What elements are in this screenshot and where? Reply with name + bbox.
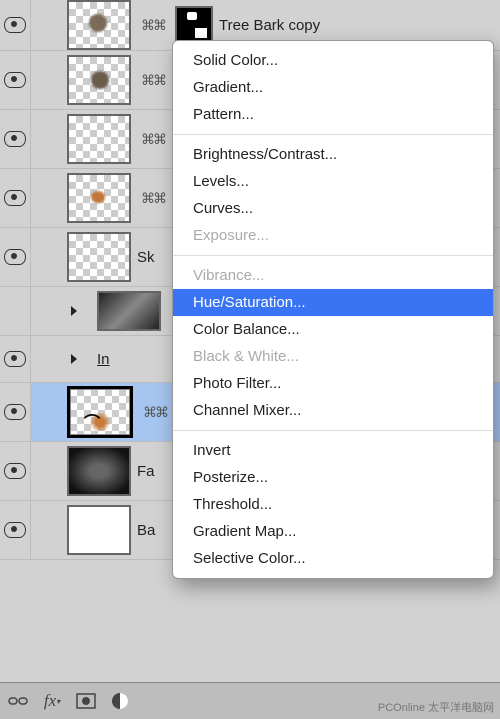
layer-thumbnail[interactable] (67, 446, 131, 496)
menu-separator (173, 430, 493, 431)
link-icon: ⌘⌘ (141, 131, 165, 148)
menu-item-brightness-contrast[interactable]: Brightness/Contrast... (173, 141, 493, 168)
link-icon: ⌘⌘ (143, 404, 167, 421)
menu-item-exposure: Exposure... (173, 222, 493, 249)
layer-name[interactable]: Fa (137, 463, 155, 480)
layer-name[interactable]: Sk (137, 249, 155, 266)
layer-thumbnail[interactable] (67, 55, 131, 105)
visibility-toggle[interactable] (0, 110, 31, 168)
layer-name[interactable]: In (97, 351, 110, 368)
visibility-toggle[interactable] (0, 228, 31, 286)
menu-separator (173, 134, 493, 135)
visibility-toggle[interactable] (0, 51, 31, 109)
visibility-toggle[interactable] (0, 501, 31, 559)
menu-item-levels[interactable]: Levels... (173, 168, 493, 195)
link-icon: ⌘⌘ (141, 17, 165, 34)
eye-icon (4, 522, 26, 538)
menu-item-gradient-map[interactable]: Gradient Map... (173, 518, 493, 545)
menu-item-vibrance: Vibrance... (173, 262, 493, 289)
eye-icon (4, 190, 26, 206)
layer-thumbnail[interactable]: ⌒ (67, 386, 133, 438)
menu-item-color-balance[interactable]: Color Balance... (173, 316, 493, 343)
menu-item-pattern[interactable]: Pattern... (173, 101, 493, 128)
menu-item-channel-mixer[interactable]: Channel Mixer... (173, 397, 493, 424)
eye-icon (4, 404, 26, 420)
menu-item-posterize[interactable]: Posterize... (173, 464, 493, 491)
fx-icon[interactable]: fx▾ (40, 689, 64, 713)
layers-panel: ⌘⌘ Tree Bark copy ⌘⌘ ⌘⌘ ⌘⌘ Sk ⌘⌘ (0, 0, 500, 719)
link-icon: ⌘⌘ (141, 72, 165, 89)
layer-thumbnail[interactable] (67, 0, 131, 50)
visibility-toggle[interactable] (0, 0, 31, 54)
menu-item-curves[interactable]: Curves... (173, 195, 493, 222)
menu-item-threshold[interactable]: Threshold... (173, 491, 493, 518)
expand-triangle-icon[interactable] (71, 354, 77, 364)
layer-thumbnail[interactable] (67, 173, 131, 223)
eye-icon (4, 17, 26, 33)
visibility-toggle[interactable] (0, 383, 31, 441)
mask-icon[interactable] (74, 689, 98, 713)
eye-icon (4, 463, 26, 479)
eye-icon (4, 249, 26, 265)
expand-triangle-icon[interactable] (71, 306, 77, 316)
link-layers-icon[interactable] (6, 689, 30, 713)
adjustment-thumbnail[interactable] (97, 291, 161, 331)
menu-item-gradient[interactable]: Gradient... (173, 74, 493, 101)
visibility-toggle[interactable] (0, 330, 31, 388)
menu-item-selective-color[interactable]: Selective Color... (173, 545, 493, 572)
eye-icon (4, 131, 26, 147)
adjustment-layer-icon[interactable] (108, 689, 132, 713)
link-icon: ⌘⌘ (141, 190, 165, 207)
visibility-toggle[interactable] (0, 442, 31, 500)
menu-item-photo-filter[interactable]: Photo Filter... (173, 370, 493, 397)
eye-icon (4, 72, 26, 88)
menu-separator (173, 255, 493, 256)
layer-thumbnail[interactable] (67, 232, 131, 282)
layer-thumbnail[interactable] (67, 505, 131, 555)
watermark: PCOnline 太平洋电脑网 (378, 699, 494, 715)
menu-item-invert[interactable]: Invert (173, 437, 493, 464)
layer-thumbnail[interactable] (67, 114, 131, 164)
eye-icon (4, 351, 26, 367)
visibility-toggle[interactable] (0, 169, 31, 227)
adjustment-thumbnail[interactable] (175, 6, 213, 44)
menu-item-black-white: Black & White... (173, 343, 493, 370)
layer-name[interactable]: Tree Bark copy (219, 17, 320, 34)
menu-item-solid-color[interactable]: Solid Color... (173, 47, 493, 74)
menu-item-hue-saturation[interactable]: Hue/Saturation... (173, 289, 493, 316)
layer-name[interactable]: Ba (137, 522, 155, 539)
adjustment-layer-menu: Solid Color... Gradient... Pattern... Br… (172, 40, 494, 579)
